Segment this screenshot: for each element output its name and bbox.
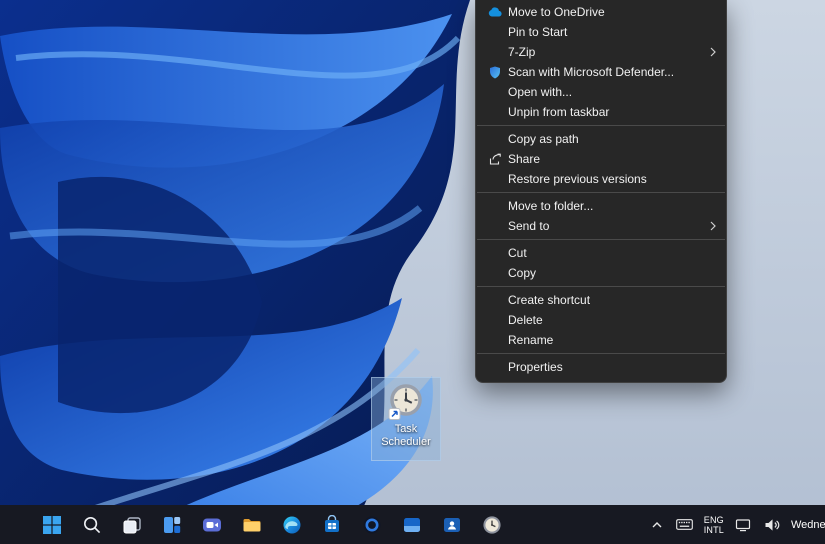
menu-separator bbox=[477, 239, 725, 240]
task-scheduler-clock-icon bbox=[388, 384, 422, 420]
task-scheduler-taskbar-button[interactable] bbox=[478, 511, 506, 539]
menu-item-create-shortcut[interactable]: Create shortcut bbox=[476, 290, 726, 310]
file-explorer-button[interactable] bbox=[238, 511, 266, 539]
ring-app-icon bbox=[363, 516, 381, 533]
widgets-button[interactable] bbox=[158, 511, 186, 539]
menu-item-open-with[interactable]: Open with... bbox=[476, 82, 726, 102]
menu-separator bbox=[477, 353, 725, 354]
desktop-icon-task-scheduler[interactable]: Task Scheduler bbox=[371, 377, 441, 461]
menu-item-move-to-folder[interactable]: Move to folder... bbox=[476, 196, 726, 216]
chat-video-icon bbox=[203, 518, 221, 531]
language-line1: ENG bbox=[703, 514, 724, 525]
start-button[interactable] bbox=[38, 511, 66, 539]
context-menu: Move to OneDrive Pin to Start 7-Zip Scan… bbox=[475, 0, 727, 383]
task-view-button[interactable] bbox=[118, 511, 146, 539]
edge-browser-icon bbox=[283, 516, 301, 533]
defender-shield-icon bbox=[490, 66, 500, 78]
menu-item-send-to[interactable]: Send to bbox=[476, 216, 726, 236]
clock-date[interactable]: Wedne bbox=[791, 519, 825, 531]
menu-item-unpin-from-taskbar[interactable]: Unpin from taskbar bbox=[476, 102, 726, 122]
share-icon bbox=[489, 153, 501, 165]
tray-overflow-button[interactable] bbox=[649, 517, 665, 533]
network-icon bbox=[735, 518, 751, 531]
onedrive-icon bbox=[488, 7, 502, 17]
blue-window-app-icon bbox=[404, 517, 420, 532]
contact-app-icon bbox=[444, 517, 460, 532]
menu-item-cut[interactable]: Cut bbox=[476, 243, 726, 263]
menu-separator bbox=[477, 286, 725, 287]
edge-button[interactable] bbox=[278, 511, 306, 539]
shortcut-arrow-icon bbox=[388, 408, 401, 420]
chat-button[interactable] bbox=[198, 511, 226, 539]
menu-item-pin-to-start[interactable]: Pin to Start bbox=[476, 22, 726, 42]
language-indicator[interactable]: ENG INTL bbox=[704, 515, 724, 535]
menu-item-7zip[interactable]: 7-Zip bbox=[476, 42, 726, 62]
task-view-icon bbox=[123, 516, 141, 533]
task-scheduler-icon bbox=[483, 515, 501, 534]
menu-item-scan-with-defender[interactable]: Scan with Microsoft Defender... bbox=[476, 62, 726, 82]
ring-app-button[interactable] bbox=[358, 511, 386, 539]
folder-icon bbox=[243, 518, 261, 531]
menu-item-rename[interactable]: Rename bbox=[476, 330, 726, 350]
microsoft-store-icon bbox=[325, 514, 339, 532]
taskbar: ENG INTL Wedne bbox=[0, 505, 825, 544]
menu-separator bbox=[477, 125, 725, 126]
network-button[interactable] bbox=[733, 516, 753, 534]
widgets-icon bbox=[164, 516, 181, 533]
menu-item-delete[interactable]: Delete bbox=[476, 310, 726, 330]
menu-item-share[interactable]: Share bbox=[476, 149, 726, 169]
desktop: Task Scheduler Move to OneDrive Pin to S… bbox=[0, 0, 825, 544]
chevron-up-icon bbox=[652, 521, 662, 527]
menu-item-properties[interactable]: Properties bbox=[476, 357, 726, 377]
touch-keyboard-button[interactable] bbox=[674, 516, 695, 533]
volume-button[interactable] bbox=[762, 516, 782, 534]
menu-item-copy-as-path[interactable]: Copy as path bbox=[476, 129, 726, 149]
menu-item-copy[interactable]: Copy bbox=[476, 263, 726, 283]
menu-item-move-to-onedrive[interactable]: Move to OneDrive bbox=[476, 2, 726, 22]
contact-app-button[interactable] bbox=[438, 511, 466, 539]
blue-window-app-button[interactable] bbox=[398, 511, 426, 539]
submenu-arrow-icon bbox=[710, 221, 716, 231]
store-button[interactable] bbox=[318, 511, 346, 539]
menu-separator bbox=[477, 192, 725, 193]
search-button[interactable] bbox=[78, 511, 106, 539]
desktop-icon-label: Task Scheduler bbox=[381, 423, 431, 448]
language-line2: INTL bbox=[703, 524, 724, 535]
windows-logo-icon bbox=[43, 515, 61, 534]
volume-icon bbox=[765, 518, 780, 531]
touch-keyboard-icon bbox=[675, 519, 693, 530]
submenu-arrow-icon bbox=[710, 47, 716, 57]
taskbar-app-icons bbox=[0, 511, 506, 539]
system-tray: ENG INTL Wedne bbox=[649, 505, 825, 544]
search-icon bbox=[84, 516, 101, 533]
menu-item-restore-previous-versions[interactable]: Restore previous versions bbox=[476, 169, 726, 189]
